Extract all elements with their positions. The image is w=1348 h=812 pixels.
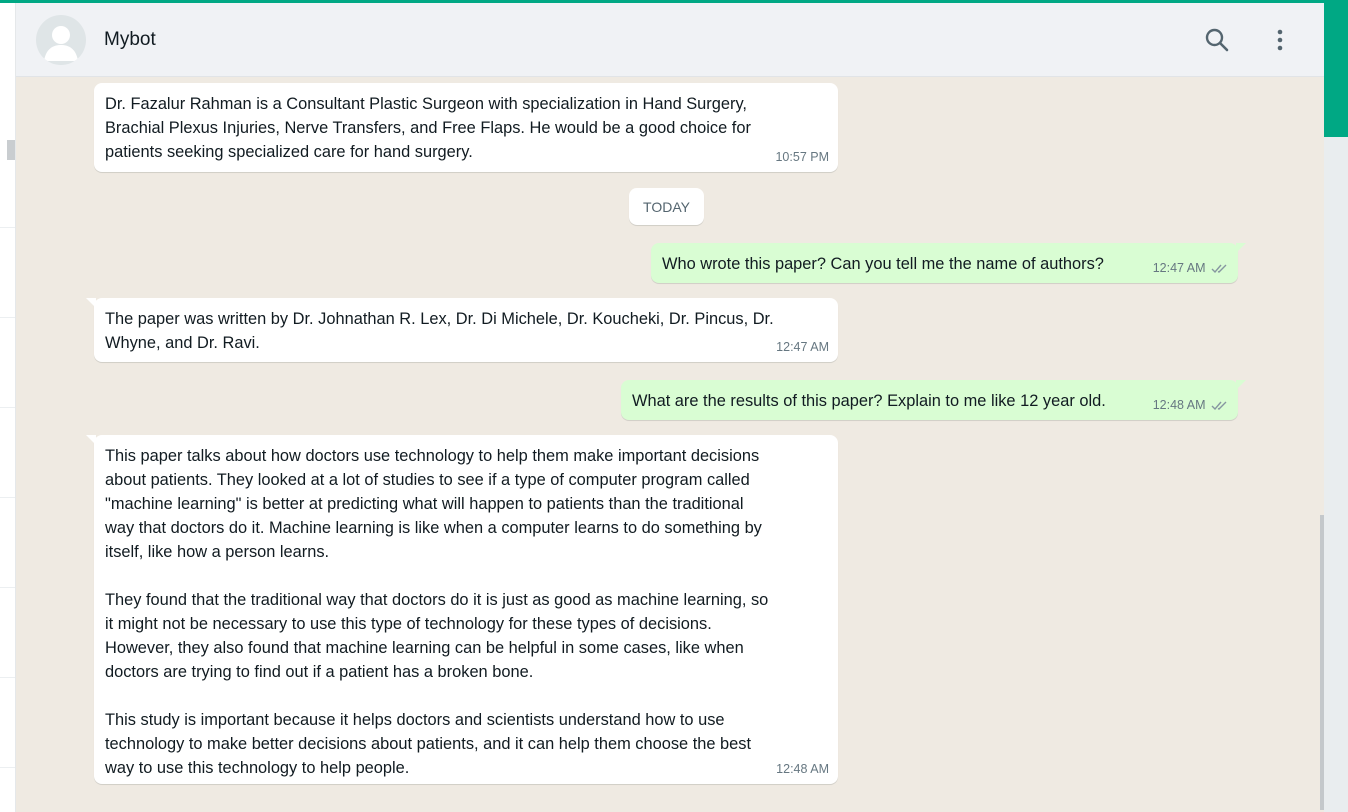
kebab-menu-icon bbox=[1277, 29, 1283, 51]
date-divider: TODAY bbox=[629, 188, 704, 225]
message-outgoing[interactable]: Who wrote this paper? Can you tell me th… bbox=[651, 243, 1246, 283]
message-incoming[interactable]: Dr. Fazalur Rahman is a Consultant Plast… bbox=[94, 83, 838, 172]
bubble-tail bbox=[86, 298, 96, 308]
default-avatar-icon[interactable] bbox=[36, 15, 86, 65]
chat-header: Mybot bbox=[16, 3, 1324, 77]
double-check-icon bbox=[1211, 264, 1227, 274]
message-time: 12:47 AM bbox=[776, 340, 829, 354]
message-text: Dr. Fazalur Rahman is a Consultant Plast… bbox=[105, 95, 751, 161]
message-pane[interactable]: Dr. Fazalur Rahman is a Consultant Plast… bbox=[16, 77, 1320, 812]
contact-name[interactable]: Mybot bbox=[104, 29, 156, 51]
divider bbox=[0, 227, 15, 228]
message-text: Who wrote this paper? Can you tell me th… bbox=[662, 255, 1104, 273]
chat-scrollbar[interactable] bbox=[1320, 515, 1324, 810]
message-text: What are the results of this paper? Expl… bbox=[632, 392, 1106, 410]
message-outgoing[interactable]: What are the results of this paper? Expl… bbox=[621, 380, 1246, 420]
search-icon bbox=[1205, 28, 1229, 52]
divider bbox=[0, 497, 15, 498]
message-time: 12:47 AM bbox=[1152, 261, 1206, 275]
message-incoming[interactable]: This paper talks about how doctors use t… bbox=[86, 435, 838, 784]
message-text: The paper was written by Dr. Johnathan R… bbox=[105, 310, 774, 352]
divider bbox=[0, 317, 15, 318]
chat-list-scrollbar[interactable] bbox=[7, 140, 15, 160]
message-incoming[interactable]: The paper was written by Dr. Johnathan R… bbox=[86, 298, 838, 362]
message-time: 12:48 AM bbox=[1152, 398, 1206, 412]
message-meta: 12:47 AM bbox=[1153, 256, 1229, 280]
right-accent-bar bbox=[1324, 0, 1348, 137]
bubble-tail bbox=[1236, 380, 1246, 390]
divider bbox=[0, 677, 15, 678]
bubble-tail bbox=[86, 435, 96, 445]
bubble-tail bbox=[1236, 243, 1246, 253]
menu-button[interactable] bbox=[1265, 25, 1295, 55]
double-check-icon bbox=[1211, 401, 1227, 411]
chat-list-edge bbox=[0, 3, 16, 812]
message-time: 10:57 PM bbox=[775, 150, 829, 164]
message-time: 12:48 AM bbox=[776, 762, 829, 776]
right-gutter bbox=[1324, 137, 1348, 812]
divider bbox=[0, 407, 15, 408]
divider bbox=[0, 767, 15, 768]
message-meta: 12:48 AM bbox=[1153, 393, 1229, 417]
message-text: This paper talks about how doctors use t… bbox=[105, 447, 769, 777]
divider bbox=[0, 587, 15, 588]
search-button[interactable] bbox=[1202, 25, 1232, 55]
